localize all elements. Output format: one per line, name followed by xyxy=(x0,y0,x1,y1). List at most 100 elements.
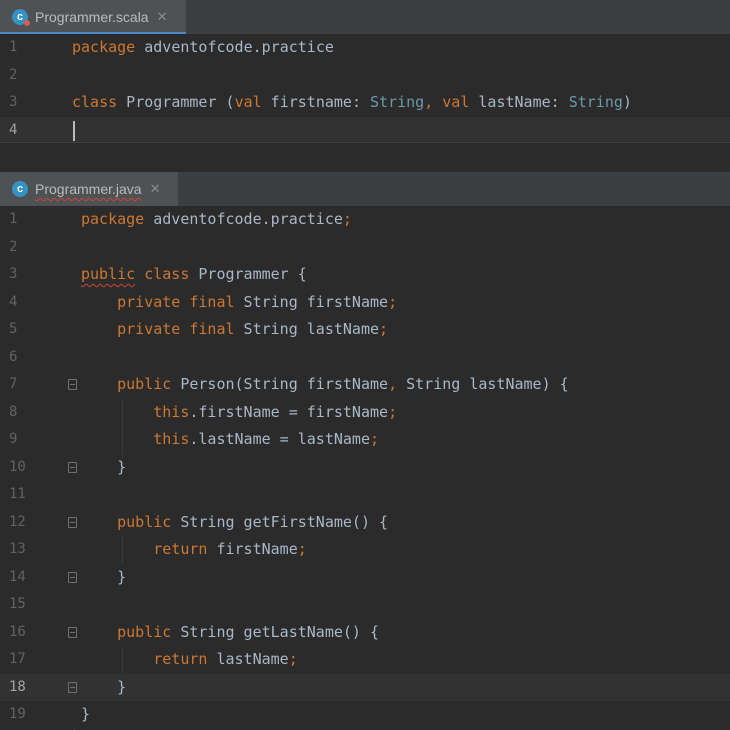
code-text: private final String firstName; xyxy=(81,289,397,317)
code-line[interactable]: 16 public String getLastName() { xyxy=(0,619,730,647)
code-line[interactable]: 3 public class Programmer { xyxy=(0,261,730,289)
fold-marker-icon[interactable] xyxy=(68,379,77,390)
code-token: String xyxy=(370,93,425,111)
scala-editor-pane: c Programmer.scala ✕ 1 package adventofco… xyxy=(0,0,730,144)
code-token: package xyxy=(72,38,136,56)
code-line[interactable]: 7 public Person(String firstName, String… xyxy=(0,371,730,399)
code-line[interactable]: 2 xyxy=(0,62,730,90)
code-token: this xyxy=(153,402,190,421)
code-token: adventofcode.practice xyxy=(144,210,343,228)
code-token: package xyxy=(81,210,145,228)
code-line[interactable]: 5 private final String lastName; xyxy=(0,316,730,344)
code-line[interactable]: 13 return firstName; xyxy=(0,536,730,564)
scala-code-editor[interactable]: 1 package adventofcode.practice 2 3 class Pr… xyxy=(0,34,730,144)
line-number: 6 xyxy=(9,348,18,365)
code-token: ; xyxy=(388,292,398,311)
line-number: 17 xyxy=(9,651,26,667)
code-line[interactable]: 3 class Programmer (val firstname: String… xyxy=(0,89,730,117)
code-token: public xyxy=(117,622,172,641)
code-token: class xyxy=(144,265,190,283)
code-text: } xyxy=(81,564,126,592)
code-text: package adventofcode.practice xyxy=(72,34,334,62)
code-token: lastName: xyxy=(469,93,569,111)
line-number: 3 xyxy=(9,94,18,110)
tab-programmer-java[interactable]: c Programmer.java ✕ xyxy=(0,172,178,206)
code-token: .lastName = lastName xyxy=(189,430,370,448)
code-text: this.firstName = firstName; xyxy=(81,399,397,427)
tab-programmer-scala[interactable]: c Programmer.scala ✕ xyxy=(0,0,186,35)
line-number: 1 xyxy=(9,211,18,227)
line-number: 19 xyxy=(9,706,26,722)
code-token: Programmer ( xyxy=(117,93,235,111)
line-number: 10 xyxy=(9,458,26,475)
fold-marker-icon[interactable] xyxy=(68,571,77,583)
code-token: .firstName = firstName xyxy=(189,402,389,421)
fold-marker-icon[interactable] xyxy=(68,626,77,638)
code-token: , xyxy=(388,375,398,393)
line-number: 9 xyxy=(9,431,18,447)
code-text: } xyxy=(81,454,126,482)
code-token: lastName xyxy=(207,650,289,668)
code-token: private xyxy=(117,320,181,338)
code-token: public xyxy=(117,512,172,531)
line-number: 2 xyxy=(9,238,18,255)
fold-marker-icon[interactable] xyxy=(68,516,77,528)
line-number: 4 xyxy=(9,121,18,138)
line-number: 15 xyxy=(9,596,26,612)
line-number: 14 xyxy=(9,568,26,585)
fold-marker-icon[interactable] xyxy=(68,681,77,693)
scala-tab-bar: c Programmer.scala ✕ xyxy=(0,0,730,35)
fold-marker-icon[interactable] xyxy=(68,461,77,473)
line-number: 7 xyxy=(9,376,18,392)
code-token: firstName xyxy=(207,540,298,558)
code-text: } xyxy=(81,674,126,702)
code-line[interactable]: 17 return lastName; xyxy=(0,646,730,674)
code-token: Person(String firstName xyxy=(171,375,389,393)
code-token: ; xyxy=(388,402,398,421)
code-line[interactable]: 1 package adventofcode.practice; xyxy=(0,206,730,234)
code-token: } xyxy=(81,457,127,476)
tab-label: Programmer.java xyxy=(35,181,142,197)
code-token: String getLastName() { xyxy=(171,622,380,641)
tab-label: Programmer.scala xyxy=(35,9,149,25)
java-code-editor[interactable]: 1 package adventofcode.practice; 2 3 public … xyxy=(0,206,730,729)
code-line[interactable]: 10 } xyxy=(0,454,730,482)
code-text: private final String lastName; xyxy=(81,316,388,344)
code-line[interactable]: 18 } xyxy=(0,673,730,702)
code-text: public String getLastName() { xyxy=(81,619,379,647)
code-token: class xyxy=(72,93,118,111)
code-line[interactable]: 2 xyxy=(0,234,730,262)
code-line[interactable]: 11 xyxy=(0,481,730,509)
code-line[interactable]: 1 package adventofcode.practice xyxy=(0,34,730,62)
code-line[interactable]: 19} xyxy=(0,701,730,729)
code-token: private xyxy=(117,292,181,311)
editor-split-divider[interactable] xyxy=(0,142,730,173)
code-line[interactable]: 6 xyxy=(0,344,730,372)
code-line[interactable]: 9 this.lastName = lastName; xyxy=(0,426,730,454)
code-token: } xyxy=(81,567,127,586)
code-text: this.lastName = lastName; xyxy=(81,426,379,454)
code-token: } xyxy=(81,677,127,696)
line-number: 4 xyxy=(9,293,18,310)
code-text: public class Programmer { xyxy=(81,261,307,289)
text-caret xyxy=(73,120,75,141)
line-number: 18 xyxy=(9,678,26,695)
code-line[interactable]: 14 } xyxy=(0,564,730,592)
code-line[interactable]: 12 public String getFirstName() { xyxy=(0,509,730,537)
code-line[interactable]: 4 xyxy=(0,116,730,144)
code-text: public Person(String firstName, String l… xyxy=(81,371,569,399)
code-text: public String getFirstName() { xyxy=(81,509,388,537)
line-number: 3 xyxy=(9,266,18,282)
code-line[interactable]: 8 this.firstName = firstName; xyxy=(0,399,730,427)
code-token: final xyxy=(189,292,235,311)
close-icon[interactable]: ✕ xyxy=(157,10,168,25)
close-icon[interactable]: ✕ xyxy=(150,182,161,197)
line-number: 2 xyxy=(9,66,18,83)
code-line[interactable]: 15 xyxy=(0,591,730,619)
code-line[interactable]: 4 private final String firstName; xyxy=(0,289,730,317)
